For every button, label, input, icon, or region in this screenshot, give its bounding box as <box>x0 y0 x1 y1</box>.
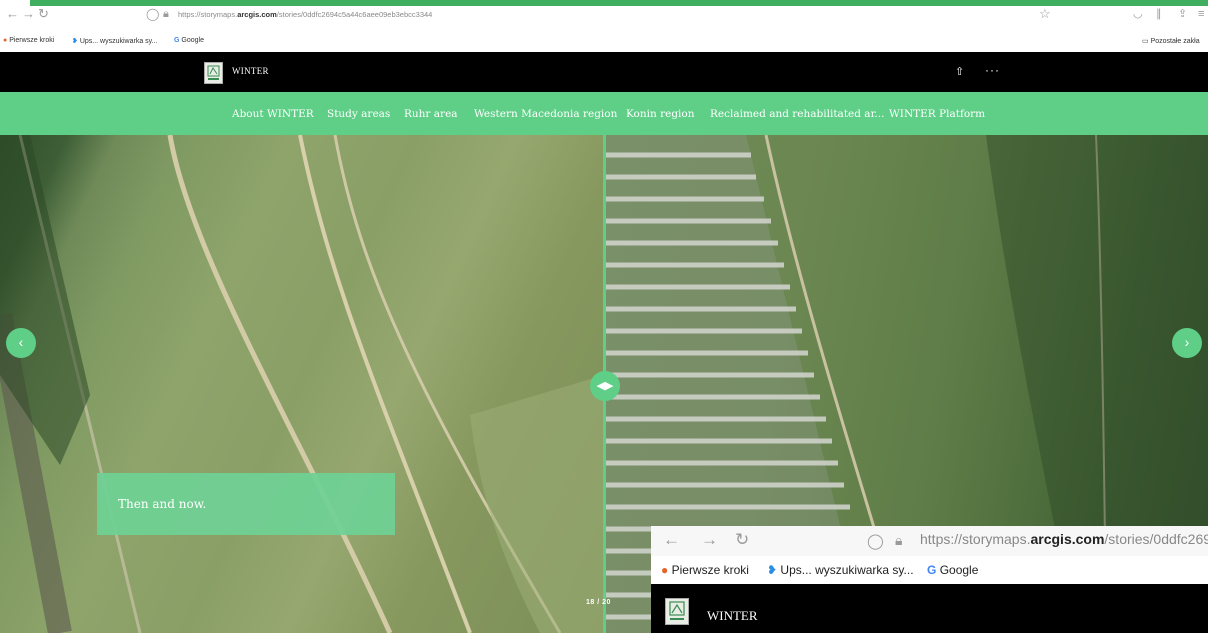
url-suffix: /stories/0ddfc2694c5a44c6aee09eb3ebcc334… <box>276 10 433 19</box>
other-bookmarks-label: Pozostałe zakła <box>1150 38 1200 45</box>
zoomed-browser-overlay: ← → ↻ ◯ 🔒︎ https://storymaps.arcgis.com/… <box>651 526 1208 633</box>
nav-ruhr-area[interactable]: Ruhr area <box>404 108 458 120</box>
share-icon[interactable]: ⇪ <box>1178 7 1187 21</box>
nav-western-macedonia[interactable]: Western Macedonia region <box>474 108 617 120</box>
zoom-lock-icon[interactable]: 🔒︎ <box>895 532 902 549</box>
nav-study-areas[interactable]: Study areas <box>327 108 390 120</box>
url-field[interactable]: https://storymaps.arcgis.com/stories/0dd… <box>178 10 432 19</box>
folder-icon: ▭ <box>1142 38 1149 45</box>
bookmark-google[interactable]: G Google <box>174 37 204 44</box>
bookmark-label: Pierwsze kroki <box>9 37 55 44</box>
tracking-shield-icon[interactable]: ◯ <box>146 7 159 21</box>
previous-slide-button[interactable]: ‹ <box>6 328 36 358</box>
bookmark-star-icon[interactable]: ☆ <box>1039 7 1051 21</box>
zoom-shield-icon[interactable]: ◯ <box>867 532 884 550</box>
swipe-handle[interactable]: ◀▶ <box>590 371 620 401</box>
url-prefix: https://storymaps. <box>178 10 238 19</box>
bird-icon: ❥ <box>767 563 778 577</box>
zoom-bookmark-google[interactable]: G Google <box>927 563 978 577</box>
swipe-arrows-icon: ◀▶ <box>596 380 614 392</box>
url-domain: arcgis.com <box>237 10 277 19</box>
lock-icon[interactable]: 🔒︎ <box>163 7 169 21</box>
firefox-icon: ● <box>3 37 8 44</box>
bookmark-label: Ups... wyszukiwarka sy... <box>79 38 158 45</box>
pocket-icon[interactable]: ◡ <box>1133 7 1143 21</box>
zoom-reload-icon[interactable]: ↻ <box>735 530 749 550</box>
zoom-back-icon[interactable]: ← <box>663 530 680 550</box>
zoom-story-title: WINTER <box>707 608 758 623</box>
caption-text: Then and now. <box>118 497 207 511</box>
nav-reclaimed[interactable]: Reclaimed and rehabilitated ar... <box>710 108 884 120</box>
library-icon[interactable]: ∥ <box>1156 7 1162 21</box>
bookmark-label: Google <box>939 563 979 577</box>
bookmark-pierwsze-kroki[interactable]: ● Pierwsze kroki <box>3 37 54 44</box>
bookmark-ups[interactable]: ❥ Ups... wyszukiwarka sy... <box>72 37 158 45</box>
chevron-right-icon: › <box>1184 334 1190 350</box>
bookmark-label: Ups... wyszukiwarka sy... <box>780 563 914 577</box>
zoom-forward-icon[interactable]: → <box>701 530 718 550</box>
forward-icon[interactable]: → <box>22 7 35 21</box>
winter-logo[interactable] <box>204 62 223 84</box>
slide-counter: 18 / 20 <box>586 599 611 606</box>
nav-konin-region[interactable]: Konin region <box>626 108 695 120</box>
zoom-url-suffix: /stories/0ddfc2694 <box>1104 531 1208 547</box>
zoom-winter-logo[interactable] <box>665 598 689 625</box>
bookmarks-bar: ● Pierwsze kroki ❥ Ups... wyszukiwarka s… <box>0 34 1208 52</box>
other-bookmarks[interactable]: ▭ Pozostałe zakła <box>1142 37 1200 45</box>
bookmark-label: Pierwsze kroki <box>671 563 749 577</box>
zoom-url-domain: arcgis.com <box>1030 531 1105 547</box>
bookmark-label: Google <box>181 37 204 44</box>
aerial-before-graphic <box>0 135 604 633</box>
more-options-button[interactable]: ··· <box>985 63 1000 77</box>
menu-icon[interactable]: ≡ <box>1198 7 1204 21</box>
zoom-bookmark-pierwsze-kroki[interactable]: ● Pierwsze kroki <box>661 563 749 577</box>
firefox-icon: ● <box>661 563 669 577</box>
bird-icon: ❥ <box>72 38 78 45</box>
next-slide-button[interactable]: › <box>1172 328 1202 358</box>
story-title: WINTER <box>232 66 269 76</box>
nav-about-winter[interactable]: About WINTER <box>232 108 314 120</box>
share-story-icon[interactable]: ⇧ <box>955 65 964 78</box>
reload-icon[interactable]: ↻ <box>38 7 49 21</box>
google-icon: G <box>927 563 937 577</box>
zoom-logo-graphic <box>669 601 685 620</box>
chevron-left-icon: ‹ <box>18 334 24 350</box>
back-icon[interactable]: ← <box>6 7 19 21</box>
logo-graphic <box>207 65 220 80</box>
map-before-image[interactable] <box>0 135 604 633</box>
zoom-bookmark-ups[interactable]: ❥ Ups... wyszukiwarka sy... <box>767 563 914 577</box>
zoom-url-field[interactable]: https://storymaps.arcgis.com/stories/0dd… <box>920 531 1208 547</box>
zoom-bookmarks-bar: ● Pierwsze kroki ❥ Ups... wyszukiwarka s… <box>651 556 1208 584</box>
google-icon: G <box>174 37 180 44</box>
zoom-url-prefix: https://storymaps. <box>920 531 1031 547</box>
story-header <box>0 52 1208 92</box>
nav-winter-platform[interactable]: WINTER Platform <box>889 108 985 120</box>
